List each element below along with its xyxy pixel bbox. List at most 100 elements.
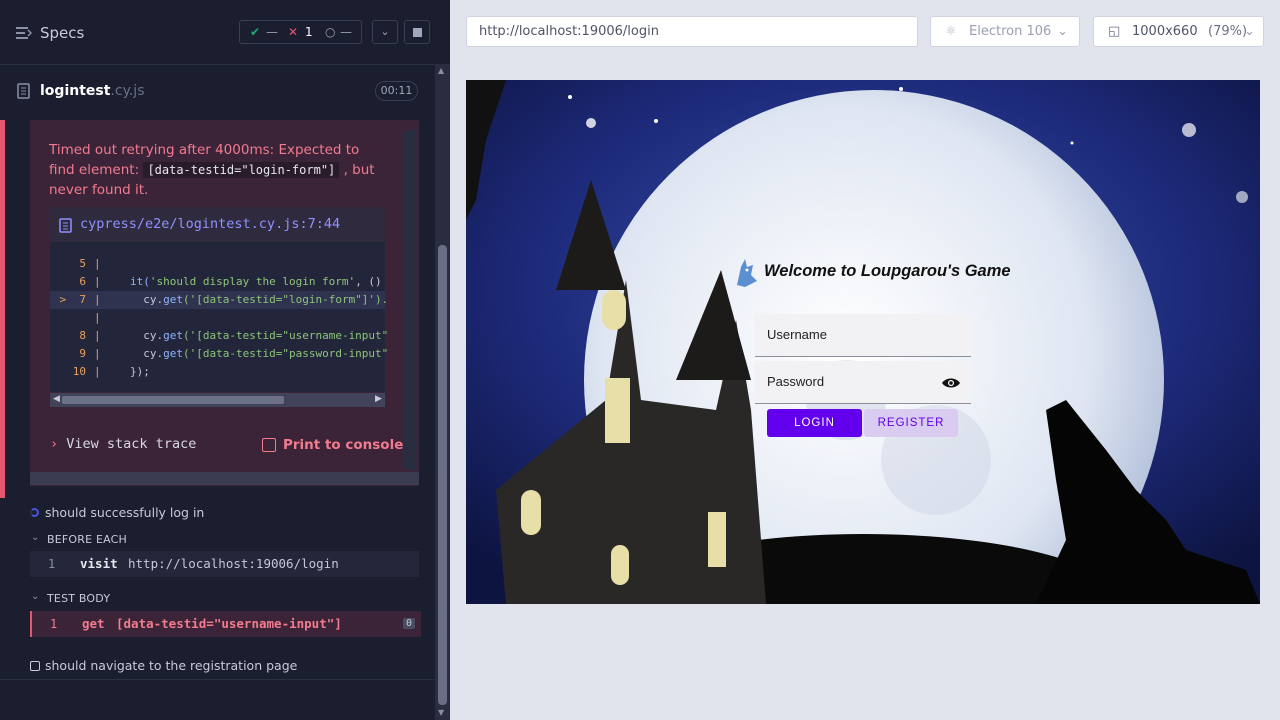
spec-duration: 00:11 — [375, 81, 418, 101]
chevron-down-icon: ⌄ — [1057, 24, 1068, 39]
welcome-title: Welcome to Loupgarou's Game — [764, 262, 1011, 280]
command-number: 1 — [48, 557, 56, 571]
url-text: http://localhost:19006/login — [479, 24, 659, 39]
username-field[interactable]: Username — [755, 314, 971, 357]
code-line: 8 | cy.get('[data-testid="username-input" — [50, 327, 389, 345]
browser-selector[interactable]: ⚛ Electron 106 ⌄ — [930, 16, 1080, 47]
zoom-level: (79%) — [1208, 24, 1248, 39]
code-string: ('[data-testid="password-input" — [183, 347, 389, 360]
line-number: 7 — [79, 293, 86, 306]
stats-summary: ✔ — ✕ 1 ○ — — [239, 20, 362, 44]
scroll-up-icon[interactable]: ▲ — [438, 66, 444, 75]
scroll-down-icon[interactable]: ▼ — [438, 708, 444, 717]
eye-icon[interactable] — [941, 376, 961, 390]
passed-count: — — [266, 25, 278, 39]
command-message: [data-testid="username-input"] — [116, 616, 342, 631]
scroll-left-icon[interactable]: ◀ — [53, 394, 60, 404]
viewport-selector[interactable]: ◱ 1000x660 (79%) ⌄ — [1093, 16, 1264, 47]
code-line: 5 | — [50, 255, 385, 273]
ruler-icon: ◱ — [1108, 24, 1121, 39]
command-number: 1 — [50, 617, 58, 631]
viewport-size: 1000x660 — [1132, 24, 1198, 39]
print-console-icon — [262, 438, 276, 452]
error-panel-hscroll[interactable] — [30, 472, 419, 485]
code-string: 'should display the login form' — [149, 275, 356, 288]
chevron-down-icon[interactable]: ⌄ — [31, 591, 39, 602]
chevron-down-icon[interactable]: ⌄ — [31, 532, 39, 543]
pending-count: — — [340, 25, 352, 39]
line-number: 10 — [72, 365, 86, 378]
failed-icon: ✕ — [288, 25, 299, 39]
test-title[interactable]: should successfully log in — [45, 505, 204, 520]
code-line: 10 |}); — [50, 363, 385, 381]
spec-file-ext: .cy.js — [110, 83, 145, 99]
passed-icon: ✔ — [250, 25, 261, 39]
password-field[interactable]: Password — [755, 361, 971, 404]
code-fn: get — [163, 329, 183, 342]
stop-icon — [412, 27, 422, 37]
reporter-scroll-thumb[interactable] — [438, 245, 447, 705]
electron-icon: ⚛ — [945, 24, 957, 39]
command-row[interactable]: 1 visit http://localhost:19006/login — [30, 551, 419, 577]
code-line: | — [94, 311, 101, 324]
code-text: cy. — [130, 329, 164, 342]
code-fn: get — [163, 347, 183, 360]
chevron-right-icon: › — [50, 436, 59, 452]
element-count-badge: 0 — [402, 618, 415, 629]
specs-title[interactable]: Specs — [40, 24, 84, 42]
spec-file-basename: logintest — [40, 83, 111, 99]
specs-menu-icon[interactable] — [16, 26, 32, 40]
view-stack-trace-link[interactable]: › View stack trace — [50, 436, 196, 452]
wolf-logo-icon — [737, 259, 757, 287]
pending-test-icon — [30, 661, 40, 671]
failed-indicator-bar — [0, 120, 5, 498]
password-label: Password — [767, 374, 825, 389]
url-bar[interactable]: http://localhost:19006/login — [466, 16, 918, 47]
toggle-auto-scroll-button[interactable]: ⌄ — [372, 20, 398, 44]
line-number: 6 — [79, 275, 86, 288]
line-number: 9 — [79, 347, 86, 360]
divider — [0, 679, 435, 680]
line-number: 5 — [79, 257, 86, 270]
browser-name: Electron 106 — [969, 24, 1052, 39]
code-text: }); — [130, 365, 150, 378]
error-panel-scrollbar[interactable] — [404, 130, 418, 470]
code-text: it( — [130, 275, 150, 288]
line-marker: > — [59, 293, 67, 306]
header-divider — [0, 64, 435, 65]
code-line: 9 | cy.get('[data-testid="password-input" — [50, 345, 389, 363]
error-message: Timed out retrying after 4000ms: Expecte… — [49, 140, 379, 200]
line-number: 8 — [79, 329, 86, 342]
spec-file-name[interactable]: logintest.cy.js — [40, 83, 145, 99]
code-string: ('[data-testid="login-form"]'). — [183, 293, 389, 306]
username-label: Username — [767, 327, 827, 342]
stop-button[interactable] — [404, 20, 430, 44]
login-button[interactable]: LOGIN — [767, 409, 862, 437]
code-text: cy. — [130, 293, 164, 306]
register-button[interactable]: REGISTER — [864, 409, 958, 437]
code-line-highlighted: > 7 | cy.get('[data-testid="login-form"]'… — [50, 291, 389, 309]
test-body-label[interactable]: TEST BODY — [47, 592, 110, 605]
command-message: http://localhost:19006/login — [128, 556, 339, 571]
running-spinner-icon — [30, 508, 39, 517]
chevron-down-icon: ⌄ — [1244, 24, 1255, 39]
failed-count: 1 — [305, 25, 313, 39]
view-stack-trace-label: View stack trace — [66, 436, 197, 452]
code-string: ('[data-testid="username-input" — [183, 329, 389, 342]
code-text: cy. — [130, 347, 164, 360]
command-name: get — [82, 616, 105, 631]
code-line: 6 | it('should display the login form', () — [50, 273, 385, 291]
before-each-label[interactable]: BEFORE EACH — [47, 533, 127, 546]
command-row-failed[interactable]: 1 get [data-testid="username-input"] 0 — [30, 611, 421, 637]
code-frame-path[interactable]: cypress/e2e/logintest.cy.js:7:44 — [80, 216, 340, 232]
file-icon — [17, 83, 30, 99]
code-frame-scroll-thumb[interactable] — [62, 396, 284, 404]
print-to-console-button[interactable]: Print to console — [283, 437, 403, 453]
file-icon — [59, 218, 72, 233]
error-selector: [data-testid="login-form"] — [143, 162, 340, 178]
code-text: , () — [355, 275, 382, 288]
code-fn: get — [163, 293, 183, 306]
test-title[interactable]: should navigate to the registration page — [45, 658, 297, 673]
scroll-right-icon[interactable]: ▶ — [375, 394, 382, 404]
pending-icon: ○ — [325, 25, 336, 39]
